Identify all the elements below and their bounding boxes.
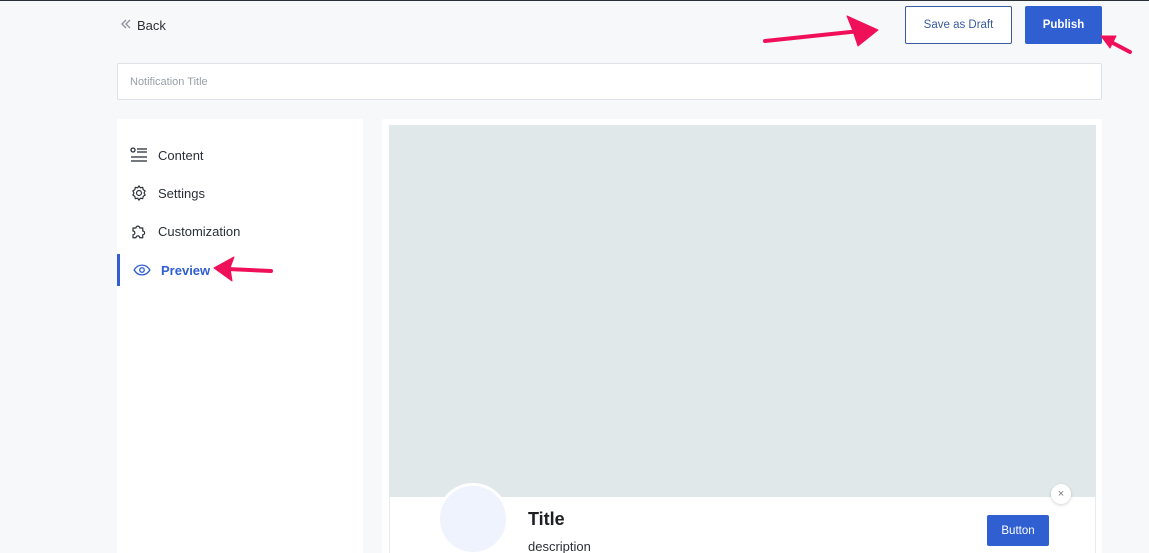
eye-icon	[132, 260, 152, 280]
avatar	[437, 483, 509, 553]
save-as-draft-button[interactable]: Save as Draft	[905, 6, 1012, 44]
puzzle-icon	[129, 221, 149, 241]
top-border	[0, 0, 1149, 1]
list-icon	[129, 145, 149, 165]
sidebar-item-content[interactable]: Content	[117, 139, 363, 171]
gear-icon	[129, 183, 149, 203]
active-indicator	[117, 254, 120, 286]
back-link[interactable]: Back	[119, 16, 166, 34]
preview-image-placeholder	[389, 125, 1096, 497]
sidebar-item-label: Customization	[158, 223, 241, 239]
sidebar: Content Settings Customization Preview	[117, 119, 363, 553]
close-icon[interactable]: ×	[1051, 484, 1071, 504]
annotation-arrow-publish	[1100, 35, 1132, 54]
double-chevron-left-icon	[119, 17, 133, 34]
sidebar-item-label: Content	[158, 147, 204, 163]
publish-button[interactable]: Publish	[1025, 6, 1102, 44]
sidebar-item-customization[interactable]: Customization	[117, 215, 363, 247]
sidebar-item-label: Settings	[158, 185, 205, 201]
notification-title-input[interactable]	[117, 63, 1102, 100]
preview-action-button[interactable]: Button	[987, 515, 1049, 546]
preview-description: description	[528, 539, 591, 553]
sidebar-item-label: Preview	[161, 262, 211, 278]
preview-title: Title	[528, 509, 565, 529]
sidebar-item-preview[interactable]: Preview	[117, 254, 363, 286]
back-label: Back	[137, 17, 166, 33]
annotation-arrow-save-draft	[763, 15, 879, 47]
sidebar-item-settings[interactable]: Settings	[117, 177, 363, 209]
